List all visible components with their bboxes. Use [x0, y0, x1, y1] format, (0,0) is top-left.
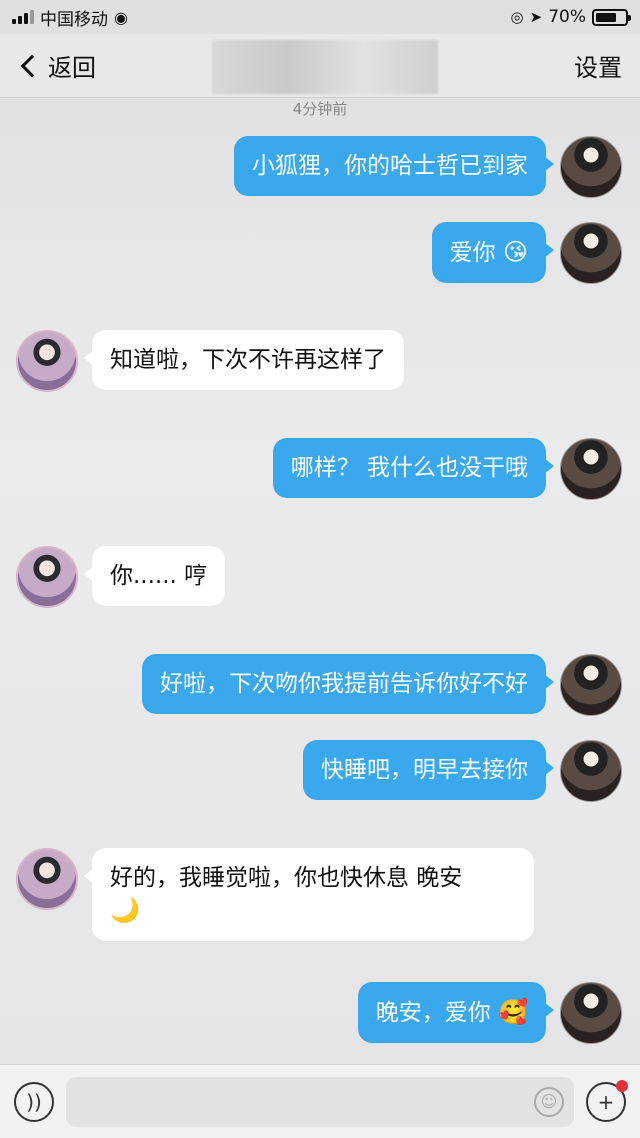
message-text: 你...... 哼: [110, 563, 208, 589]
notification-dot: [616, 1079, 628, 1092]
timestamp: 4分钟前: [292, 100, 348, 118]
my-avatar[interactable]: [560, 438, 622, 500]
message-input[interactable]: ☺: [66, 1076, 574, 1127]
my-avatar[interactable]: [560, 136, 622, 198]
battery-icon: [592, 8, 631, 26]
message-text: 快睡吧，明早去接你: [321, 757, 528, 783]
message-bubble[interactable]: 爱你 😘: [431, 222, 555, 283]
smiling-hearts-emoji: 🥰: [498, 998, 528, 1026]
message-incoming: 知道啦，下次不许再这样了: [16, 330, 404, 392]
my-avatar[interactable]: [560, 982, 622, 1044]
my-avatar[interactable]: [560, 740, 622, 802]
nav-bar: 返回 设置: [0, 34, 640, 98]
message-outgoing: 好啦，下次吻你我提前告诉你好不好: [142, 654, 622, 716]
plus-icon[interactable]: +: [586, 1079, 628, 1122]
message-text: 好的，我睡觉啦，你也快休息 晚安: [110, 865, 463, 891]
message-bubble[interactable]: 你...... 哼: [83, 546, 226, 606]
message-outgoing: 晚安，爱你 🥰: [357, 982, 622, 1044]
message-bubble[interactable]: 快睡吧，明早去接你: [303, 740, 554, 800]
message-outgoing: 小狐狸，你的哈士哲已到家: [234, 136, 622, 198]
location-icon: ➤: [529, 8, 543, 26]
carrier-label: 中国移动: [40, 9, 108, 30]
message-outgoing: 快睡吧，明早去接你: [303, 740, 622, 802]
contact-avatar[interactable]: [16, 848, 78, 910]
message-outgoing: 哪样？ 我什么也没干哦: [272, 438, 622, 500]
contact-avatar[interactable]: [16, 330, 78, 392]
message-text: 哪样？ 我什么也没干哦: [290, 455, 528, 481]
message-text: 爱你: [449, 240, 496, 266]
message-text: 小狐狸，你的哈士哲已到家: [252, 153, 528, 179]
input-bar: )) ☺ +: [0, 1064, 640, 1138]
my-avatar[interactable]: [560, 222, 622, 284]
wifi-icon: ◉: [114, 7, 128, 27]
message-bubble[interactable]: 好的，我睡觉啦，你也快休息 晚安 🌙: [84, 848, 534, 941]
back-button[interactable]: 返回: [18, 48, 96, 83]
signal-icon: [12, 10, 34, 24]
message-text: 晚安，爱你: [375, 1000, 491, 1026]
back-label: 返回: [48, 54, 96, 82]
message-bubble[interactable]: 好啦，下次吻你我提前告诉你好不好: [142, 654, 554, 714]
message-outgoing: 爱你 😘: [431, 222, 622, 284]
message-text: 知道啦，下次不许再这样了: [110, 347, 386, 373]
message-bubble[interactable]: 知道啦，下次不许再这样了: [84, 330, 404, 390]
orientation-lock-icon: ◎: [510, 8, 524, 26]
contact-name-blurred: [212, 40, 438, 94]
kiss-emoji: 😘: [502, 238, 528, 266]
status-bar: 中国移动 ◉ ◎ ➤ 70%: [0, 0, 640, 34]
message-text: 好啦，下次吻你我提前告诉你好不好: [160, 671, 528, 697]
chat-area[interactable]: 4分钟前 小狐狸，你的哈士哲已到家 爱你 😘 知道啦，下次不许再这样了 哪样？ …: [0, 98, 640, 1064]
message-incoming: 好的，我睡觉啦，你也快休息 晚安 🌙: [16, 848, 534, 941]
contact-avatar[interactable]: [16, 546, 78, 608]
message-bubble[interactable]: 哪样？ 我什么也没干哦: [272, 438, 555, 498]
message-incoming: 你...... 哼: [16, 546, 226, 608]
message-bubble[interactable]: 晚安，爱你 🥰: [357, 982, 555, 1043]
emoji-icon[interactable]: ☺: [534, 1086, 564, 1117]
battery-percent: 70%: [548, 7, 586, 27]
message-bubble[interactable]: 小狐狸，你的哈士哲已到家: [234, 136, 554, 196]
moon-emoji: 🌙: [110, 896, 140, 924]
settings-button[interactable]: 设置: [574, 48, 622, 83]
chevron-left-icon: [20, 54, 44, 77]
my-avatar[interactable]: [560, 654, 622, 716]
voice-icon[interactable]: )): [14, 1081, 54, 1122]
